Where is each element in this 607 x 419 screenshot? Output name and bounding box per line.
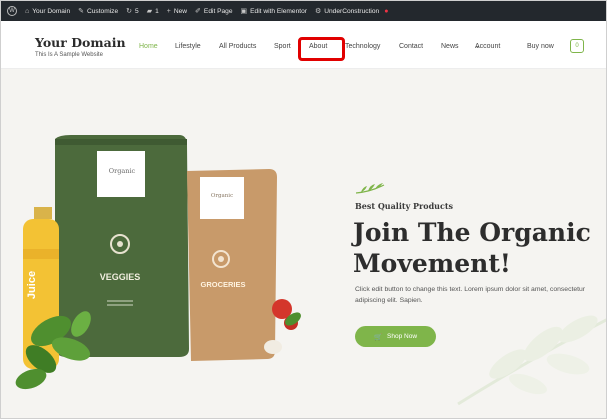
hero-kicker: Best Quality Products <box>355 201 454 211</box>
nav-item-home[interactable]: Home <box>139 43 158 50</box>
site-header: Your Domain This Is A Sample Website Hom… <box>1 21 606 69</box>
admin-bar-site-label: Your Domain <box>32 7 71 15</box>
elementor-icon: ▣ <box>240 8 248 15</box>
comment-icon: ▰ <box>146 8 153 15</box>
plus-icon: + <box>166 7 171 15</box>
admin-bar-updates-count: 5 <box>135 7 139 15</box>
admin-bar-site[interactable]: ⌂ Your Domain <box>25 8 70 15</box>
nav-item-buy-now[interactable]: Buy now <box>527 43 554 50</box>
hero-section: Organic VEGGIES Organic GROCERIES Juice … <box>1 69 606 418</box>
bag-veggies-badge: Organic <box>108 167 136 175</box>
site-tagline: This Is A Sample Website <box>35 52 103 58</box>
hero-headline: Join The Organic Movement! <box>353 218 591 278</box>
home-icon: ⌂ <box>25 7 30 15</box>
cart-icon: 🛒 <box>373 333 383 341</box>
leaf-background-icon <box>457 315 606 406</box>
admin-bar-customize-label: Customize <box>86 7 119 15</box>
admin-bar-elementor-label: Edit with Elementor <box>250 7 307 15</box>
admin-bar-edit-page[interactable]: ✐ Edit Page <box>195 7 233 16</box>
brush-icon: ✎ <box>78 8 84 15</box>
bottle-label: Juice <box>26 270 39 300</box>
wp-admin-bar: W ⌂ Your Domain ✎ Customize ↻ 5 ▰ 1 + Ne… <box>1 1 606 21</box>
admin-bar-new[interactable]: + New <box>167 8 187 15</box>
nav-item-news[interactable]: News <box>441 43 459 50</box>
nav-item-lifestyle[interactable]: Lifestyle <box>175 43 201 50</box>
gear-icon: ⚙ <box>314 8 322 15</box>
cart-button[interactable]: 0 <box>570 39 584 53</box>
cart-count: 0 <box>575 43 579 49</box>
nav-item-contact[interactable]: Contact <box>399 43 423 50</box>
product-image <box>15 135 301 390</box>
admin-bar-updates[interactable]: ↻ 5 <box>126 7 139 16</box>
refresh-icon: ↻ <box>126 8 133 15</box>
admin-bar-comments[interactable]: ▰ 1 <box>146 7 159 16</box>
admin-bar-under-construction[interactable]: ⚙ UnderConstruction ● <box>314 7 389 16</box>
browser-viewport: W ⌂ Your Domain ✎ Customize ↻ 5 ▰ 1 + Ne… <box>0 0 607 419</box>
admin-bar-elementor[interactable]: ▣ Edit with Elementor <box>240 7 307 16</box>
wordpress-icon: W <box>7 6 17 16</box>
shop-now-button[interactable]: 🛒 Shop Now <box>355 326 436 347</box>
nav-item-account[interactable]: Account ⌄ <box>475 43 500 50</box>
nav-item-sport[interactable]: Sport <box>274 43 291 50</box>
bag-groceries-label: GROCERIES <box>200 280 246 289</box>
bag-groceries-badge: Organic <box>210 193 234 199</box>
leaves-icon <box>355 183 385 194</box>
nav-item-account-label: Account <box>475 43 501 50</box>
site-title[interactable]: Your Domain <box>35 35 126 50</box>
admin-bar-under-construction-label: UnderConstruction <box>324 7 380 15</box>
admin-bar-customize[interactable]: ✎ Customize <box>78 7 119 16</box>
admin-bar-edit-page-label: Edit Page <box>203 7 233 15</box>
nav-item-all-products[interactable]: All Products <box>219 43 256 50</box>
bag-veggies-label: VEGGIES <box>99 272 141 282</box>
hero-body-text: Click edit button to change this text. L… <box>355 286 586 304</box>
shop-now-label: Shop Now <box>387 333 418 340</box>
about-highlight-box <box>298 37 345 61</box>
wp-logo-menu[interactable]: W <box>7 6 17 16</box>
nav-item-technology[interactable]: Technology <box>345 43 380 50</box>
pencil-icon: ✐ <box>195 8 201 15</box>
admin-bar-new-label: New <box>173 7 188 15</box>
status-dot-icon: ● <box>384 7 389 15</box>
admin-bar-comments-count: 1 <box>155 7 159 15</box>
